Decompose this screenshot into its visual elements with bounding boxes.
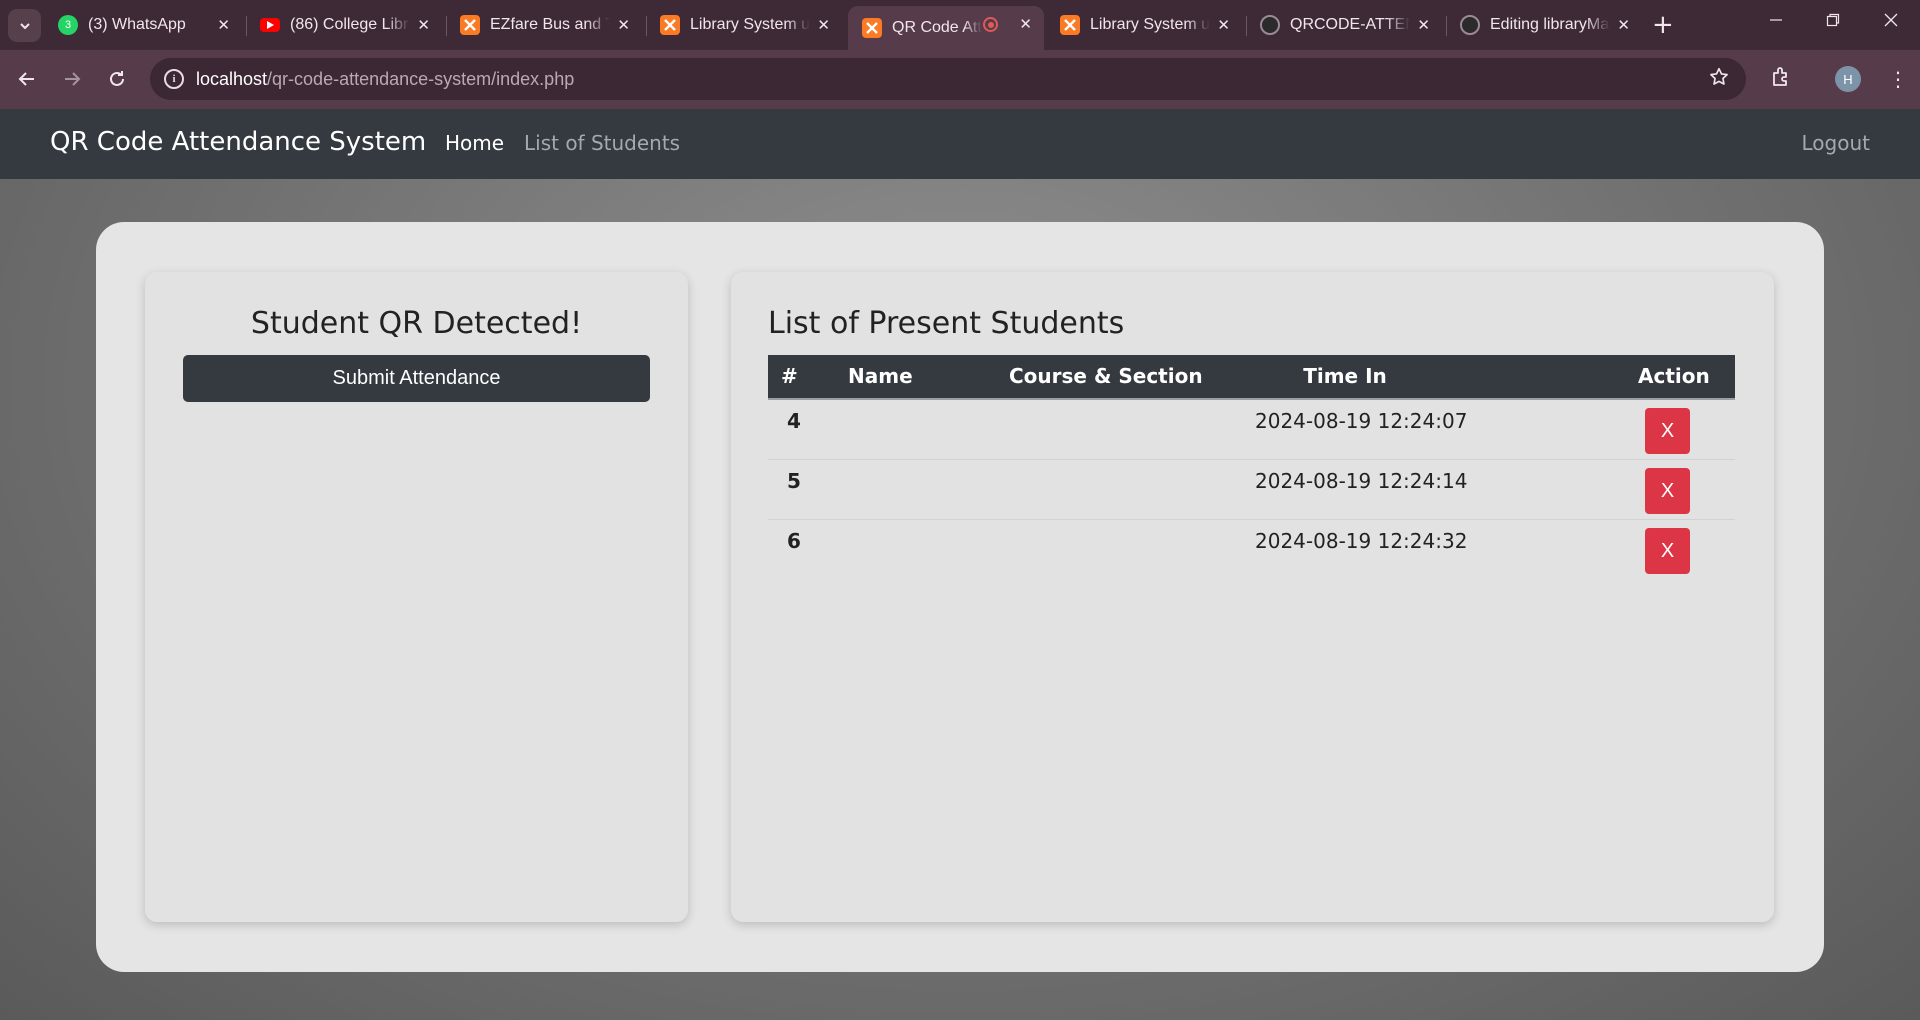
- minimize-icon: [1770, 19, 1782, 21]
- close-tab-icon[interactable]: ✕: [817, 16, 830, 34]
- url-host: localhost: [196, 69, 268, 89]
- url-path: /qr-code-attendance-system/index.php: [267, 69, 575, 89]
- col-action-header: Action: [1638, 364, 1710, 388]
- col-time-in-header: Time In: [1303, 364, 1387, 388]
- close-icon: [1884, 13, 1898, 27]
- main-container: Student QR Detected! Submit Attendance L…: [96, 222, 1824, 972]
- tab-title: (3) WhatsApp: [88, 16, 186, 33]
- close-tab-icon[interactable]: ✕: [1019, 15, 1032, 33]
- app-navbar: QR Code Attendance System Home List of S…: [0, 109, 1920, 179]
- bookmark-star-icon[interactable]: [1708, 66, 1730, 92]
- delete-row-button[interactable]: X: [1645, 528, 1690, 574]
- qr-detected-title: Student QR Detected!: [250, 306, 583, 341]
- close-tab-icon[interactable]: ✕: [617, 16, 630, 34]
- xampp-icon: [460, 15, 480, 35]
- table-row: 5 2024-08-19 12:24:14 X: [768, 460, 1735, 520]
- tab-ezfare[interactable]: EZfare Bus and Transport ✕: [446, 7, 642, 43]
- github-icon: [1460, 15, 1480, 35]
- browser-toolbar: i localhost/qr-code-attendance-system/in…: [0, 50, 1920, 109]
- close-window-button[interactable]: [1883, 12, 1899, 33]
- attendance-card: List of Present Students # Name Course &…: [731, 272, 1774, 922]
- extensions-icon[interactable]: [1770, 65, 1794, 93]
- row-time-in: 2024-08-19 12:24:32: [1255, 529, 1468, 553]
- browser-tab-strip: 3 (3) WhatsApp ✕ (86) College Library ✕ …: [0, 0, 1920, 50]
- arrow-left-icon: [18, 72, 34, 86]
- tab-title: Editing libraryManagement: [1490, 16, 1610, 33]
- row-time-in: 2024-08-19 12:24:07: [1255, 409, 1468, 433]
- tab-library-system-2[interactable]: Library System using ✕: [1046, 7, 1242, 43]
- tab-title: (86) College Library: [290, 16, 410, 33]
- table-header: # Name Course & Section Time In Action: [768, 355, 1735, 400]
- nav-home-link[interactable]: Home: [445, 131, 504, 155]
- app-brand[interactable]: QR Code Attendance System: [50, 127, 426, 157]
- profile-avatar[interactable]: H: [1835, 66, 1861, 92]
- tab-title: QRCODE-ATTENDANCE: [1290, 16, 1410, 33]
- tab-youtube[interactable]: (86) College Library ✕: [246, 7, 442, 43]
- present-students-title: List of Present Students: [768, 306, 1125, 341]
- col-course-header: Course & Section: [1009, 364, 1203, 388]
- back-button[interactable]: [12, 64, 42, 94]
- arrow-right-icon: [65, 72, 81, 86]
- tab-qr-attendance[interactable]: QR Code Attendance ✕: [848, 6, 1044, 50]
- nav-list-of-students-link[interactable]: List of Students: [524, 131, 680, 155]
- xampp-icon: [660, 15, 680, 35]
- minimize-button[interactable]: [1768, 12, 1784, 33]
- site-info-icon[interactable]: i: [164, 69, 184, 89]
- tab-library-system[interactable]: Library System using ✕: [646, 7, 842, 43]
- scanner-card: Student QR Detected! Submit Attendance: [145, 272, 688, 922]
- recording-icon: [983, 17, 998, 32]
- col-name-header: Name: [848, 364, 913, 388]
- tab-github-qrcode[interactable]: QRCODE-ATTENDANCE ✕: [1246, 7, 1442, 43]
- close-tab-icon[interactable]: ✕: [417, 16, 430, 34]
- close-tab-icon[interactable]: ✕: [217, 16, 230, 34]
- attendance-table: # Name Course & Section Time In Action 4…: [768, 355, 1735, 580]
- nav-logout-link[interactable]: Logout: [1802, 131, 1870, 155]
- forward-button[interactable]: [57, 64, 87, 94]
- xampp-icon: [862, 18, 882, 38]
- table-row: 4 2024-08-19 12:24:07 X: [768, 400, 1735, 460]
- tab-whatsapp[interactable]: 3 (3) WhatsApp ✕: [44, 7, 242, 43]
- tab-title: EZfare Bus and Transport: [490, 16, 610, 33]
- tab-search-button[interactable]: [8, 9, 41, 42]
- github-icon: [1260, 15, 1280, 35]
- row-number: 5: [787, 469, 801, 493]
- youtube-icon: [260, 18, 280, 32]
- chevron-down-icon: [19, 22, 30, 29]
- row-number: 4: [787, 409, 801, 433]
- xampp-icon: [1060, 15, 1080, 35]
- tab-title: QR Code Attendance: [892, 19, 982, 36]
- whatsapp-icon: 3: [58, 15, 78, 35]
- close-tab-icon[interactable]: ✕: [1617, 16, 1630, 34]
- address-bar[interactable]: i localhost/qr-code-attendance-system/in…: [150, 58, 1746, 100]
- delete-row-button[interactable]: X: [1645, 468, 1690, 514]
- tab-github-editing[interactable]: Editing libraryManagement ✕: [1446, 7, 1642, 43]
- url-text[interactable]: localhost/qr-code-attendance-system/inde…: [196, 69, 574, 90]
- row-number: 6: [787, 529, 801, 553]
- submit-attendance-button[interactable]: Submit Attendance: [183, 355, 650, 402]
- table-row: 6 2024-08-19 12:24:32 X: [768, 520, 1735, 580]
- col-number-header: #: [781, 364, 798, 388]
- row-time-in: 2024-08-19 12:24:14: [1255, 469, 1468, 493]
- close-tab-icon[interactable]: ✕: [1417, 16, 1430, 34]
- reload-button[interactable]: [102, 64, 132, 94]
- restore-button[interactable]: [1825, 12, 1841, 33]
- page-viewport: QR Code Attendance System Home List of S…: [0, 109, 1920, 1020]
- tab-title: Library System using: [1090, 16, 1210, 33]
- new-tab-button[interactable]: +: [1652, 10, 1674, 40]
- tab-title: Library System using: [690, 16, 810, 33]
- reload-icon: [110, 71, 124, 86]
- close-tab-icon[interactable]: ✕: [1217, 16, 1230, 34]
- restore-icon: [1826, 13, 1840, 27]
- delete-row-button[interactable]: X: [1645, 408, 1690, 454]
- browser-menu-icon[interactable]: ⋮: [1888, 64, 1908, 94]
